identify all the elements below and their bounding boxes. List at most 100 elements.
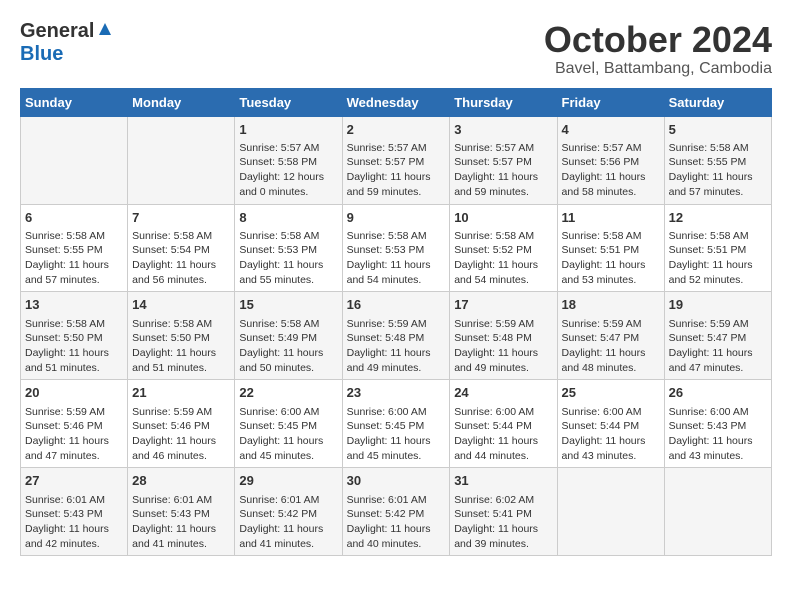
calendar-cell: 10 Sunrise: 5:58 AM Sunset: 5:52 PM Dayli… bbox=[450, 204, 557, 292]
day-number: 29 bbox=[239, 472, 337, 490]
calendar-cell: 25 Sunrise: 6:00 AM Sunset: 5:44 PM Dayli… bbox=[557, 380, 664, 468]
day-info: Sunrise: 5:58 AM Sunset: 5:54 PM Dayligh… bbox=[132, 229, 230, 288]
logo-blue: Blue bbox=[20, 43, 63, 66]
day-number: 6 bbox=[25, 209, 123, 227]
calendar-week-row: 13 Sunrise: 5:58 AM Sunset: 5:50 PM Dayli… bbox=[21, 292, 772, 380]
calendar-cell: 3 Sunrise: 5:57 AM Sunset: 5:57 PM Daylig… bbox=[450, 116, 557, 204]
calendar-cell: 1Sunrise: 5:57 AM Sunset: 5:58 PM Daylig… bbox=[235, 116, 342, 204]
calendar-week-row: 6 Sunrise: 5:58 AM Sunset: 5:55 PM Daylig… bbox=[21, 204, 772, 292]
day-info: Sunrise: 5:58 AM Sunset: 5:52 PM Dayligh… bbox=[454, 229, 552, 288]
calendar-cell: 2 Sunrise: 5:57 AM Sunset: 5:57 PM Daylig… bbox=[342, 116, 450, 204]
page-header: General Blue October 2024 Bavel, Battamb… bbox=[20, 20, 772, 78]
calendar-cell: 19 Sunrise: 5:59 AM Sunset: 5:47 PM Dayli… bbox=[664, 292, 771, 380]
day-info: Sunrise: 5:59 AM Sunset: 5:48 PM Dayligh… bbox=[347, 317, 446, 376]
day-number: 24 bbox=[454, 384, 552, 402]
calendar-cell: 7 Sunrise: 5:58 AM Sunset: 5:54 PM Daylig… bbox=[128, 204, 235, 292]
day-info: Sunrise: 5:59 AM Sunset: 5:46 PM Dayligh… bbox=[132, 405, 230, 464]
day-info: Sunrise: 5:57 AM Sunset: 5:57 PM Dayligh… bbox=[347, 141, 446, 200]
calendar-cell: 15Sunrise: 5:58 AM Sunset: 5:49 PM Dayli… bbox=[235, 292, 342, 380]
day-info: Sunrise: 6:00 AM Sunset: 5:44 PM Dayligh… bbox=[562, 405, 660, 464]
calendar-week-row: 1Sunrise: 5:57 AM Sunset: 5:58 PM Daylig… bbox=[21, 116, 772, 204]
day-number: 27 bbox=[25, 472, 123, 490]
calendar-cell: 14 Sunrise: 5:58 AM Sunset: 5:50 PM Dayli… bbox=[128, 292, 235, 380]
calendar-cell: 12Sunrise: 5:58 AM Sunset: 5:51 PM Dayli… bbox=[664, 204, 771, 292]
day-info: Sunrise: 5:58 AM Sunset: 5:55 PM Dayligh… bbox=[25, 229, 123, 288]
calendar-table: SundayMondayTuesdayWednesdayThursdayFrid… bbox=[20, 88, 772, 557]
calendar-cell: 6 Sunrise: 5:58 AM Sunset: 5:55 PM Daylig… bbox=[21, 204, 128, 292]
month-title: October 2024 bbox=[544, 20, 772, 60]
day-number: 11 bbox=[562, 209, 660, 227]
calendar-header-thursday: Thursday bbox=[450, 88, 557, 116]
calendar-cell: 5Sunrise: 5:58 AM Sunset: 5:55 PM Daylig… bbox=[664, 116, 771, 204]
day-number: 23 bbox=[347, 384, 446, 402]
day-info: Sunrise: 6:01 AM Sunset: 5:43 PM Dayligh… bbox=[25, 493, 123, 552]
day-info: Sunrise: 5:57 AM Sunset: 5:58 PM Dayligh… bbox=[239, 141, 337, 200]
calendar-cell: 22 Sunrise: 6:00 AM Sunset: 5:45 PM Dayli… bbox=[235, 380, 342, 468]
calendar-cell: 20Sunrise: 5:59 AM Sunset: 5:46 PM Dayli… bbox=[21, 380, 128, 468]
calendar-header-sunday: Sunday bbox=[21, 88, 128, 116]
day-info: Sunrise: 5:58 AM Sunset: 5:51 PM Dayligh… bbox=[669, 229, 767, 288]
day-info: Sunrise: 5:57 AM Sunset: 5:57 PM Dayligh… bbox=[454, 141, 552, 200]
calendar-header-tuesday: Tuesday bbox=[235, 88, 342, 116]
calendar-cell: 11Sunrise: 5:58 AM Sunset: 5:51 PM Dayli… bbox=[557, 204, 664, 292]
title-block: October 2024 Bavel, Battambang, Cambodia bbox=[544, 20, 772, 78]
day-number: 2 bbox=[347, 121, 446, 139]
day-info: Sunrise: 5:58 AM Sunset: 5:53 PM Dayligh… bbox=[239, 229, 337, 288]
day-info: Sunrise: 5:59 AM Sunset: 5:47 PM Dayligh… bbox=[669, 317, 767, 376]
day-number: 25 bbox=[562, 384, 660, 402]
calendar-cell bbox=[557, 468, 664, 556]
day-number: 7 bbox=[132, 209, 230, 227]
day-info: Sunrise: 6:00 AM Sunset: 5:44 PM Dayligh… bbox=[454, 405, 552, 464]
calendar-cell bbox=[21, 116, 128, 204]
calendar-cell: 4Sunrise: 5:57 AM Sunset: 5:56 PM Daylig… bbox=[557, 116, 664, 204]
day-number: 9 bbox=[347, 209, 446, 227]
day-info: Sunrise: 5:58 AM Sunset: 5:49 PM Dayligh… bbox=[239, 317, 337, 376]
day-info: Sunrise: 6:00 AM Sunset: 5:45 PM Dayligh… bbox=[239, 405, 337, 464]
day-number: 16 bbox=[347, 296, 446, 314]
day-info: Sunrise: 6:00 AM Sunset: 5:45 PM Dayligh… bbox=[347, 405, 446, 464]
calendar-cell: 30 Sunrise: 6:01 AM Sunset: 5:42 PM Dayli… bbox=[342, 468, 450, 556]
calendar-cell: 23 Sunrise: 6:00 AM Sunset: 5:45 PM Dayli… bbox=[342, 380, 450, 468]
day-number: 21 bbox=[132, 384, 230, 402]
logo: General Blue bbox=[20, 20, 113, 66]
calendar-cell: 21 Sunrise: 5:59 AM Sunset: 5:46 PM Dayli… bbox=[128, 380, 235, 468]
calendar-cell bbox=[664, 468, 771, 556]
day-info: Sunrise: 6:02 AM Sunset: 5:41 PM Dayligh… bbox=[454, 493, 552, 552]
calendar-week-row: 20Sunrise: 5:59 AM Sunset: 5:46 PM Dayli… bbox=[21, 380, 772, 468]
day-info: Sunrise: 6:00 AM Sunset: 5:43 PM Dayligh… bbox=[669, 405, 767, 464]
day-info: Sunrise: 5:58 AM Sunset: 5:53 PM Dayligh… bbox=[347, 229, 446, 288]
calendar-cell: 18Sunrise: 5:59 AM Sunset: 5:47 PM Dayli… bbox=[557, 292, 664, 380]
calendar-cell: 16 Sunrise: 5:59 AM Sunset: 5:48 PM Dayli… bbox=[342, 292, 450, 380]
calendar-cell: 17Sunrise: 5:59 AM Sunset: 5:48 PM Dayli… bbox=[450, 292, 557, 380]
calendar-header-wednesday: Wednesday bbox=[342, 88, 450, 116]
logo-general: General bbox=[20, 20, 94, 43]
calendar-cell: 8Sunrise: 5:58 AM Sunset: 5:53 PM Daylig… bbox=[235, 204, 342, 292]
day-number: 28 bbox=[132, 472, 230, 490]
day-info: Sunrise: 6:01 AM Sunset: 5:43 PM Dayligh… bbox=[132, 493, 230, 552]
day-info: Sunrise: 6:01 AM Sunset: 5:42 PM Dayligh… bbox=[347, 493, 446, 552]
location-title: Bavel, Battambang, Cambodia bbox=[544, 60, 772, 78]
day-number: 22 bbox=[239, 384, 337, 402]
day-number: 19 bbox=[669, 296, 767, 314]
day-info: Sunrise: 5:58 AM Sunset: 5:50 PM Dayligh… bbox=[132, 317, 230, 376]
calendar-header-saturday: Saturday bbox=[664, 88, 771, 116]
calendar-cell: 13 Sunrise: 5:58 AM Sunset: 5:50 PM Dayli… bbox=[21, 292, 128, 380]
calendar-header-monday: Monday bbox=[128, 88, 235, 116]
day-number: 14 bbox=[132, 296, 230, 314]
day-info: Sunrise: 6:01 AM Sunset: 5:42 PM Dayligh… bbox=[239, 493, 337, 552]
day-number: 10 bbox=[454, 209, 552, 227]
calendar-cell: 27 Sunrise: 6:01 AM Sunset: 5:43 PM Dayli… bbox=[21, 468, 128, 556]
calendar-header-row: SundayMondayTuesdayWednesdayThursdayFrid… bbox=[21, 88, 772, 116]
day-info: Sunrise: 5:58 AM Sunset: 5:50 PM Dayligh… bbox=[25, 317, 123, 376]
day-number: 3 bbox=[454, 121, 552, 139]
day-number: 13 bbox=[25, 296, 123, 314]
day-number: 30 bbox=[347, 472, 446, 490]
day-info: Sunrise: 5:59 AM Sunset: 5:47 PM Dayligh… bbox=[562, 317, 660, 376]
calendar-cell bbox=[128, 116, 235, 204]
calendar-cell: 31Sunrise: 6:02 AM Sunset: 5:41 PM Dayli… bbox=[450, 468, 557, 556]
calendar-cell: 28 Sunrise: 6:01 AM Sunset: 5:43 PM Dayli… bbox=[128, 468, 235, 556]
calendar-week-row: 27 Sunrise: 6:01 AM Sunset: 5:43 PM Dayli… bbox=[21, 468, 772, 556]
day-number: 17 bbox=[454, 296, 552, 314]
calendar-cell: 9 Sunrise: 5:58 AM Sunset: 5:53 PM Daylig… bbox=[342, 204, 450, 292]
day-number: 5 bbox=[669, 121, 767, 139]
